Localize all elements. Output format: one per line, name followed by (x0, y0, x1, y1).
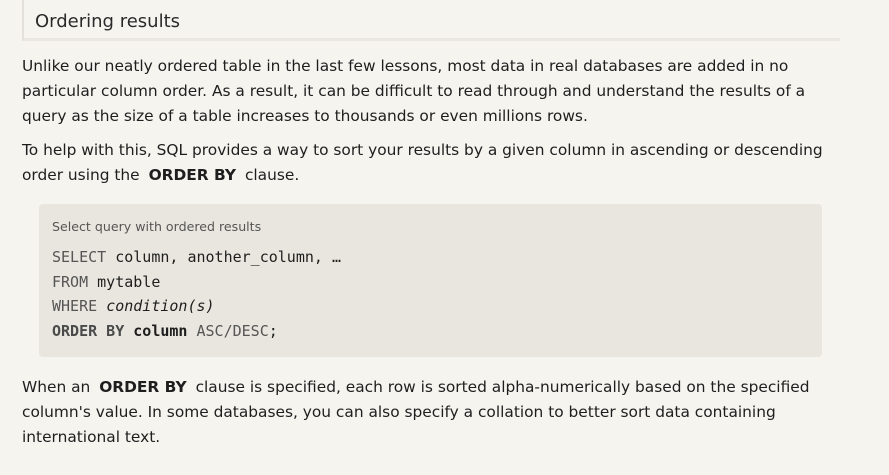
sql-table: mytable (88, 272, 161, 291)
section-title: Ordering results (35, 11, 181, 32)
sql-sort-direction: ASC/DESC (196, 322, 269, 341)
sql-keyword-where: WHERE (52, 297, 98, 316)
code-line-4: ORDER BY column ASC/DESC; (52, 322, 278, 340)
code-block: SELECT column, another_column, … FROM my… (52, 245, 341, 344)
code-line-3: WHERE condition(s) (52, 297, 215, 315)
sql-order-column: column (133, 322, 188, 341)
sql-terminator: ; (268, 322, 278, 341)
sql-condition: condition(s) (106, 297, 215, 316)
section-header: Ordering results (22, 0, 840, 41)
code-caption: Select query with ordered results (52, 219, 262, 234)
paragraph-text: clause. (244, 166, 300, 184)
code-line-1: SELECT column, another_column, … (52, 248, 341, 266)
sql-columns: column, another_column, … (106, 248, 341, 266)
sql-keyword-from: FROM (52, 272, 89, 291)
intro-paragraph: Unlike our neatly ordered table in the l… (22, 57, 806, 125)
order-by-keyword: ORDER BY (99, 378, 187, 396)
paragraph-text: To help with this, SQL provides a way to… (22, 141, 823, 184)
sql-keyword-select: SELECT (52, 248, 107, 266)
code-example-box: Select query with ordered results SELECT… (39, 204, 822, 357)
code-line-2: FROM mytable (52, 273, 160, 291)
order-by-keyword: ORDER BY (148, 166, 237, 184)
order-by-details-paragraph: When an ORDER BY clause is specified, ea… (22, 375, 852, 450)
paragraph-text: When an (22, 378, 91, 396)
order-by-paragraph: To help with this, SQL provides a way to… (22, 138, 852, 188)
sql-keyword-order-by: ORDER BY (52, 322, 125, 341)
